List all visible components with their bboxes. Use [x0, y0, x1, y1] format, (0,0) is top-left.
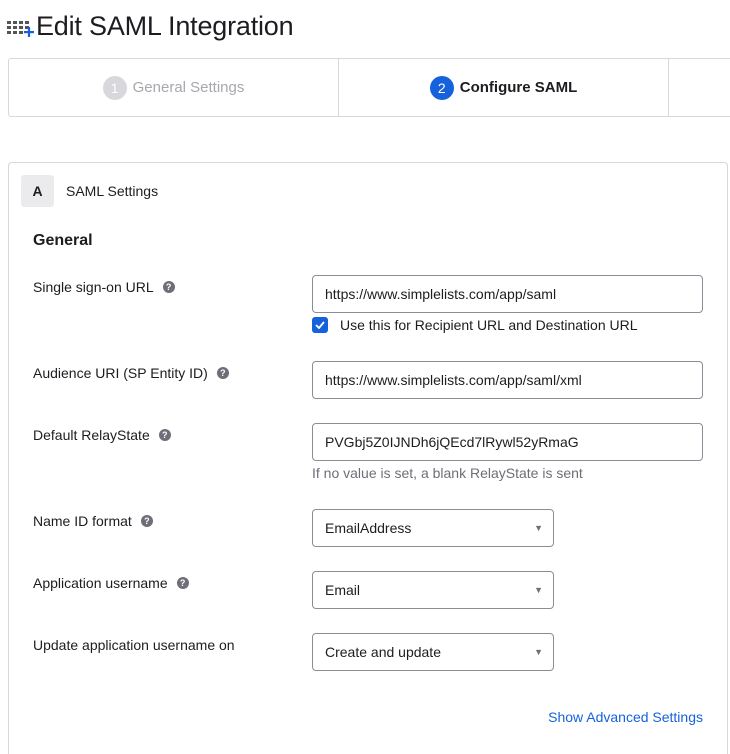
recipient-url-checkbox[interactable]: Use this for Recipient URL and Destinati… [312, 317, 638, 333]
step-label: General Settings [132, 79, 245, 96]
name-id-format-label-text: Name ID format [33, 513, 132, 529]
checkbox-checked-icon[interactable] [312, 317, 328, 333]
app-username-label-text: Application username [33, 575, 168, 591]
help-icon[interactable]: ? [158, 429, 171, 441]
wizard-step-general-settings[interactable]: 1 General Settings [9, 59, 339, 116]
update-username-select[interactable]: Create and update ▼ [312, 633, 554, 671]
wizard-step-next [669, 59, 730, 116]
page-title: Edit SAML Integration [36, 10, 294, 41]
chevron-down-icon: ▼ [534, 647, 543, 657]
chevron-down-icon: ▼ [534, 523, 543, 533]
sso-url-label: Single sign-on URL ? [33, 279, 175, 295]
wizard-step-configure-saml[interactable]: 2 Configure SAML [339, 59, 669, 116]
step-number: 2 [429, 75, 454, 100]
name-id-format-label: Name ID format ? [33, 513, 153, 529]
name-id-format-value: EmailAddress [325, 520, 412, 536]
help-icon[interactable]: ? [162, 281, 175, 293]
app-username-label: Application username ? [33, 575, 189, 591]
audience-uri-label-text: Audience URI (SP Entity ID) [33, 365, 208, 381]
sso-url-input[interactable]: https://www.simplelists.com/app/saml [312, 275, 703, 313]
recipient-url-checkbox-label: Use this for Recipient URL and Destinati… [340, 317, 638, 333]
audience-uri-label: Audience URI (SP Entity ID) ? [33, 365, 229, 381]
update-username-label-text: Update application username on [33, 637, 235, 653]
relay-state-value: PVGbj5Z0IJNDh6jQEcd7lRywl52yRmaG [325, 434, 579, 450]
section-header: A SAML Settings [21, 175, 158, 207]
step-label: Configure SAML [459, 79, 578, 96]
audience-uri-value: https://www.simplelists.com/app/saml/xml [325, 372, 582, 388]
section-badge: A [21, 175, 54, 207]
name-id-format-select[interactable]: EmailAddress ▼ [312, 509, 554, 547]
sso-url-value: https://www.simplelists.com/app/saml [325, 286, 557, 302]
saml-settings-card: A SAML Settings General Single sign-on U… [8, 162, 728, 754]
update-username-value: Create and update [325, 644, 441, 660]
show-advanced-settings-link[interactable]: Show Advanced Settings [548, 709, 703, 725]
page-header: Edit SAML Integration [6, 8, 294, 44]
group-title: General [33, 232, 93, 249]
update-username-label: Update application username on [33, 637, 235, 653]
help-icon[interactable]: ? [140, 515, 153, 527]
wizard-steps: 1 General Settings 2 Configure SAML [8, 58, 730, 117]
sso-url-label-text: Single sign-on URL [33, 279, 154, 295]
step-number: 1 [102, 75, 127, 100]
relay-state-input[interactable]: PVGbj5Z0IJNDh6jQEcd7lRywl52yRmaG [312, 423, 703, 461]
app-grid-add-icon [6, 11, 34, 41]
audience-uri-input[interactable]: https://www.simplelists.com/app/saml/xml [312, 361, 703, 399]
app-username-value: Email [325, 582, 361, 598]
help-icon[interactable]: ? [216, 367, 229, 379]
relay-state-label-text: Default RelayState [33, 427, 150, 443]
chevron-down-icon: ▼ [534, 585, 543, 595]
section-title: SAML Settings [66, 183, 159, 199]
help-icon[interactable]: ? [176, 577, 189, 589]
relay-state-label: Default RelayState ? [33, 427, 171, 443]
app-username-select[interactable]: Email ▼ [312, 571, 554, 609]
relay-state-hint: If no value is set, a blank RelayState i… [312, 465, 583, 481]
